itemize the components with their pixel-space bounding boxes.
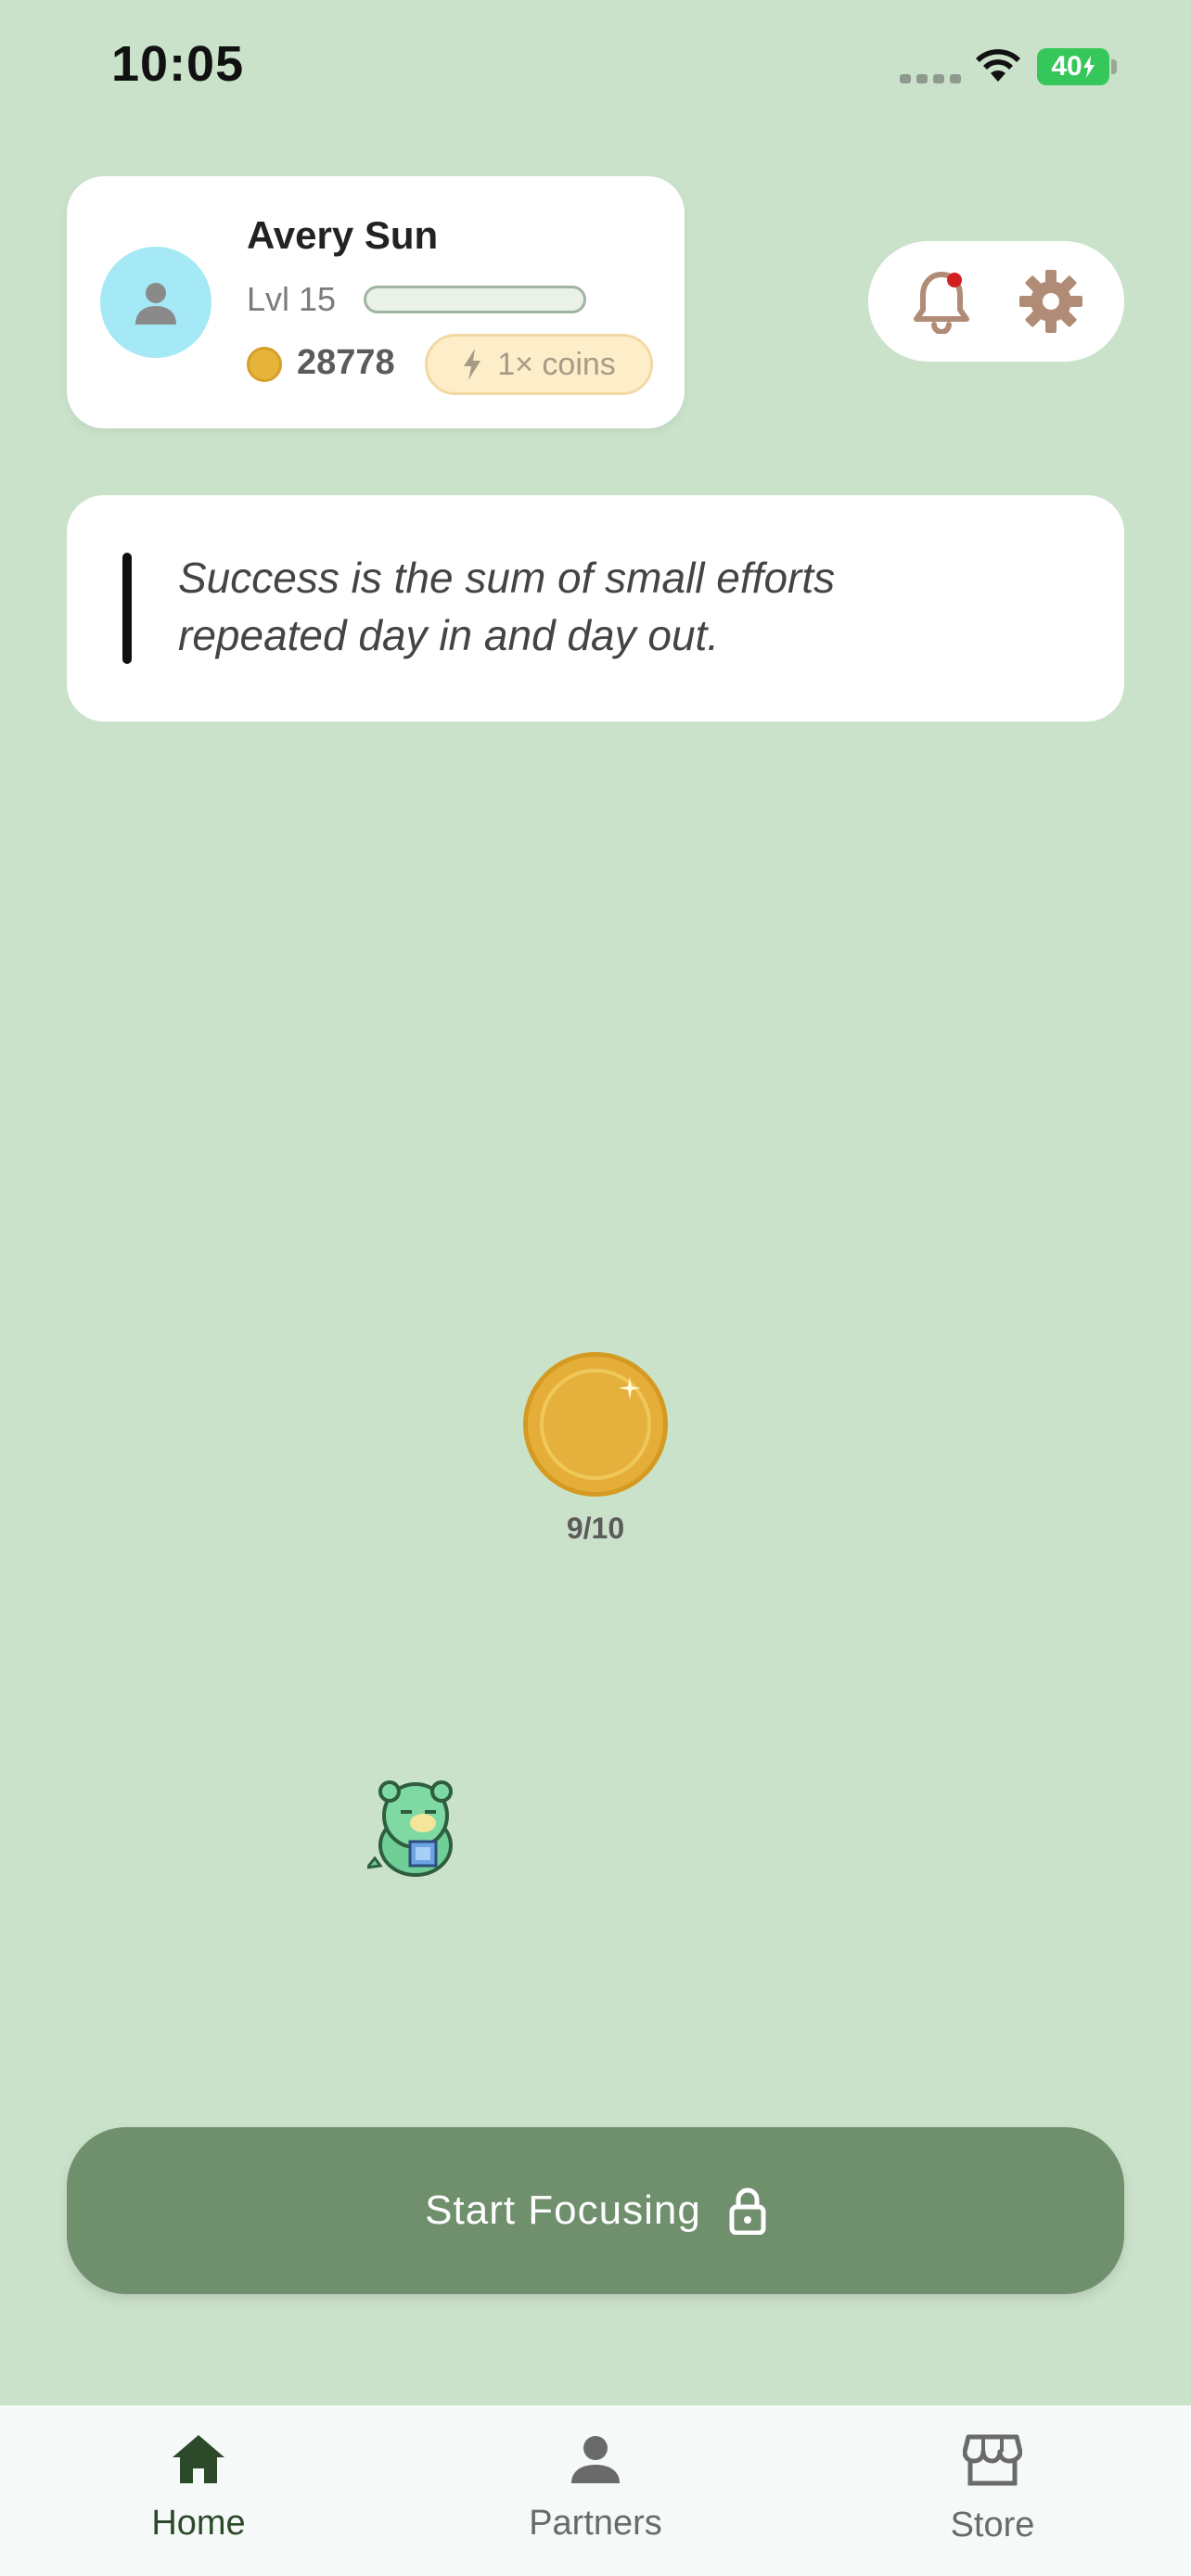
nav-label-store: Store [950, 2506, 1035, 2544]
battery-icon: 40 [1037, 48, 1109, 85]
person-icon [571, 2436, 620, 2483]
battery-nub [1111, 59, 1117, 74]
level-label: Lvl 15 [247, 280, 337, 318]
wifi-icon [974, 46, 1022, 88]
multiplier-label: 1× coins [497, 346, 616, 382]
coin-goal-progress: 9/10 [566, 1511, 625, 1545]
mascot-bear-icon[interactable] [364, 1779, 464, 1879]
start-focusing-button[interactable]: Start Focusing [67, 2127, 1124, 2294]
lightning-icon [464, 349, 481, 380]
user-icon [135, 283, 176, 325]
quote-text: Success is the sum of small efforts repe… [178, 549, 1013, 664]
quote-accent-bar [122, 553, 132, 664]
nav-item-store[interactable]: Store [890, 2433, 1095, 2563]
home-icon [173, 2435, 224, 2483]
status-time: 10:05 [111, 36, 245, 92]
sparkle-icon [619, 1377, 641, 1399]
coin-goal-icon[interactable] [523, 1352, 668, 1497]
xp-progress-bar [364, 286, 586, 313]
battery-level: 40 [1051, 51, 1082, 82]
nav-label-partners: Partners [529, 2504, 662, 2543]
store-icon [963, 2434, 1022, 2486]
start-focusing-label: Start Focusing [425, 2187, 701, 2233]
settings-button[interactable] [1014, 264, 1088, 338]
quote-card: Success is the sum of small efforts repe… [67, 495, 1124, 721]
profile-name: Avery Sun [247, 213, 439, 257]
nav-label-home: Home [151, 2504, 246, 2543]
nav-item-home[interactable]: Home [96, 2433, 301, 2563]
nav-item-partners[interactable]: Partners [493, 2433, 698, 2563]
notifications-button[interactable] [904, 264, 979, 338]
quote-line-1: Success is the sum of small efforts [178, 554, 836, 602]
quote-line-2: repeated day in and day out. [178, 611, 720, 659]
actions-pill [868, 241, 1124, 362]
cellular-signal-icon [900, 74, 961, 83]
coin-multiplier-badge[interactable]: 1× coins [425, 334, 653, 395]
coin-count: 28778 [297, 343, 395, 382]
gear-icon [1019, 270, 1083, 333]
coin-icon [247, 347, 282, 382]
profile-card[interactable]: Avery Sun Lvl 15 28778 1× coins [67, 176, 685, 428]
bell-icon [913, 272, 969, 334]
avatar[interactable] [100, 247, 211, 358]
bottom-nav: Home Partners Store [0, 2405, 1191, 2576]
status-bar: 10:05 40 [0, 0, 1191, 139]
lock-icon [729, 2187, 766, 2235]
